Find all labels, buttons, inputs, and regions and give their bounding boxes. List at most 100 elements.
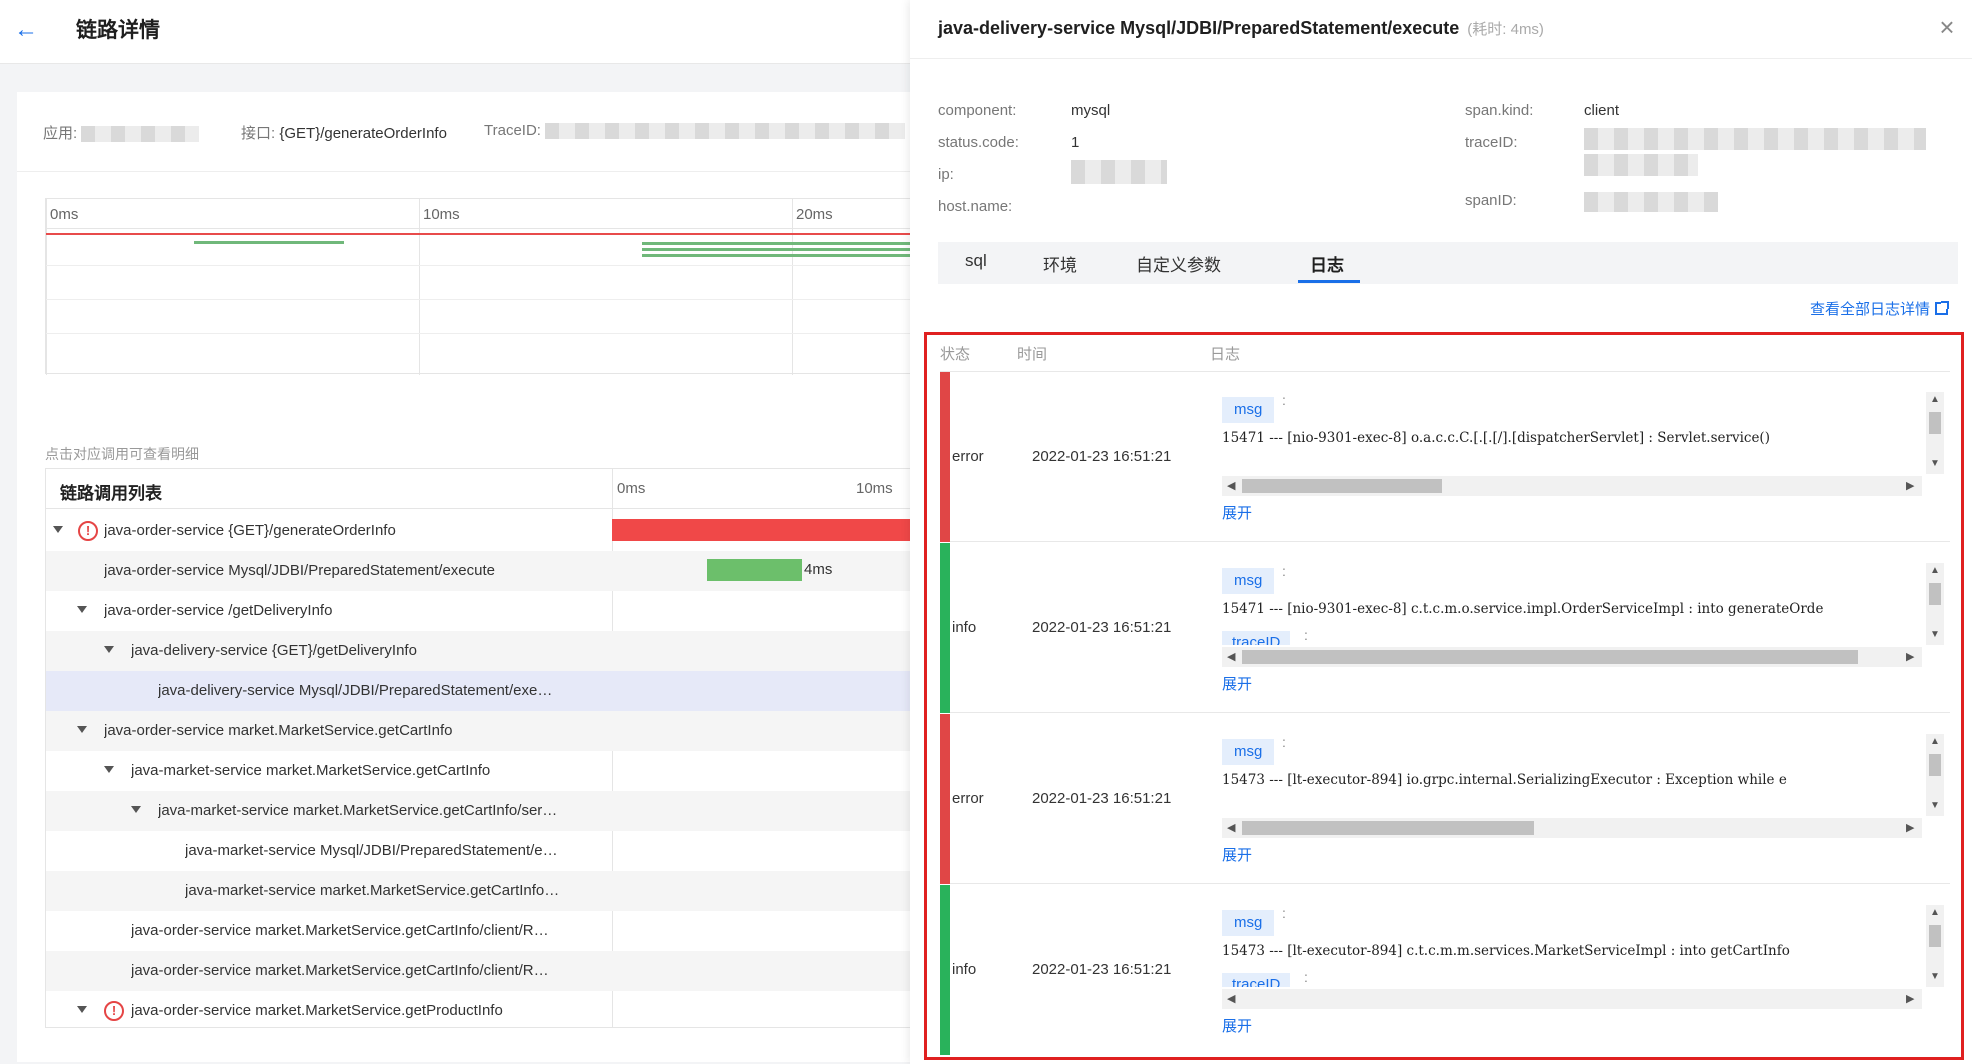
status-stripe-info (940, 543, 950, 713)
back-arrow-icon[interactable]: ← (14, 16, 42, 44)
scrollbar-thumb[interactable] (1929, 583, 1941, 605)
close-icon[interactable]: × (1934, 14, 1960, 40)
log-status: error (952, 448, 984, 465)
caret-down-icon[interactable] (77, 1006, 87, 1013)
log-header-status: 状态 (940, 346, 971, 363)
scroll-up-icon[interactable]: ▲ (1930, 907, 1940, 918)
detail-tabs: sql 环境 自定义参数 日志 (938, 242, 1958, 284)
active-tab-indicator (1298, 280, 1360, 283)
trace-row-bar-area (612, 871, 944, 911)
trace-row[interactable]: java-market-service Mysql/JDBI/PreparedS… (46, 831, 944, 871)
view-all-logs-label: 查看全部日志详情 (1810, 301, 1931, 318)
scroll-right-icon[interactable]: ▶ (1906, 479, 1914, 492)
scroll-up-icon[interactable]: ▲ (1930, 394, 1940, 405)
trace-row-name: java-delivery-service Mysql/JDBI/Prepare… (158, 682, 553, 699)
trace-row[interactable]: ! java-order-service {GET}/generateOrder… (46, 511, 944, 551)
page-title: 链路详情 (76, 19, 160, 42)
traceid-label: TraceID: (484, 122, 541, 139)
drawer-title-text: java-delivery-service Mysql/JDBI/Prepare… (938, 18, 1460, 38)
app-label: 应用: (43, 125, 78, 142)
log-content-box[interactable]: msg : 15473 --- [lt-executor-894] c.t.c.… (1222, 905, 1922, 1017)
log-field-tag: msg (1222, 397, 1275, 423)
trace-call-list: 链路调用列表 0ms 10ms ! java-order-service {GE… (45, 468, 945, 1028)
trace-list-header: 链路调用列表 0ms 10ms (46, 469, 944, 509)
trace-row[interactable]: java-order-service Mysql/JDBI/PreparedSt… (46, 551, 944, 591)
scroll-left-icon[interactable]: ◀ (1227, 479, 1235, 492)
scrollbar-thumb[interactable] (1242, 821, 1534, 835)
log-time: 2022-01-23 16:51:21 (1032, 961, 1172, 978)
trace-row[interactable]: java-market-service market.MarketService… (46, 871, 944, 911)
vertical-scrollbar[interactable]: ▲ ▼ (1926, 563, 1944, 645)
vertical-scrollbar[interactable]: ▲ ▼ (1926, 392, 1944, 474)
scroll-down-icon[interactable]: ▼ (1930, 629, 1940, 640)
vertical-scrollbar[interactable]: ▲ ▼ (1926, 734, 1944, 816)
scrollbar-thumb[interactable] (1242, 650, 1858, 664)
trace-row-name: java-order-service /getDeliveryInfo (104, 602, 333, 619)
view-all-logs-link[interactable]: 查看全部日志详情 (1810, 298, 1950, 319)
scroll-left-icon[interactable]: ◀ (1227, 992, 1235, 1005)
scroll-right-icon[interactable]: ▶ (1906, 821, 1914, 834)
caret-down-icon[interactable] (53, 526, 63, 533)
trace-row[interactable]: java-order-service /getDeliveryInfo (46, 591, 944, 631)
trace-row[interactable]: ! java-order-service market.MarketServic… (46, 991, 944, 1027)
log-content-box[interactable]: msg : 15471 --- [nio-9301-exec-8] o.a.c.… (1222, 392, 1922, 504)
tab-sql[interactable]: sql (965, 251, 987, 271)
trace-row-name: java-market-service market.MarketService… (131, 762, 491, 779)
horizontal-scrollbar[interactable]: ◀ ▶ (1222, 647, 1922, 667)
log-header-time: 时间 (1017, 346, 1048, 363)
log-line: 15473 --- [lt-executor-894] c.t.c.m.m.se… (1222, 943, 1790, 959)
log-content-box[interactable]: msg : 15471 --- [nio-9301-exec-8] c.t.c.… (1222, 563, 1922, 675)
api-label: 接口: (241, 125, 276, 142)
trace-row-name: java-order-service Mysql/JDBI/PreparedSt… (104, 562, 495, 579)
trace-row[interactable]: java-order-service market.MarketService.… (46, 951, 944, 991)
trace-row-bar-area (612, 671, 944, 711)
tab-custom-params[interactable]: 自定义参数 (1136, 251, 1221, 276)
horizontal-scrollbar[interactable]: ◀ ▶ (1222, 818, 1922, 838)
log-line: 15473 --- [lt-executor-894] io.grpc.inte… (1222, 772, 1787, 788)
tab-environment[interactable]: 环境 (1043, 251, 1077, 276)
expand-link[interactable]: 展开 (1222, 1015, 1252, 1036)
scroll-left-icon[interactable]: ◀ (1227, 821, 1235, 834)
scroll-down-icon[interactable]: ▼ (1930, 800, 1940, 811)
scrollbar-thumb[interactable] (1929, 925, 1941, 947)
drawer-title: java-delivery-service Mysql/JDBI/Prepare… (938, 18, 1544, 39)
scroll-down-icon[interactable]: ▼ (1930, 458, 1940, 469)
expand-link[interactable]: 展开 (1222, 502, 1252, 523)
log-content-box[interactable]: msg : 15473 --- [lt-executor-894] io.grp… (1222, 734, 1922, 846)
trace-row-bar-area (612, 631, 944, 671)
trace-row[interactable]: java-market-service market.MarketService… (46, 751, 944, 791)
trace-row[interactable]: java-delivery-service {GET}/getDeliveryI… (46, 631, 944, 671)
horizontal-scrollbar[interactable]: ◀ ▶ (1222, 989, 1922, 1009)
caret-down-icon[interactable] (77, 726, 87, 733)
expand-link[interactable]: 展开 (1222, 844, 1252, 865)
scrollbar-thumb[interactable] (1929, 754, 1941, 776)
caret-down-icon[interactable] (104, 646, 114, 653)
caret-down-icon[interactable] (104, 766, 114, 773)
log-time: 2022-01-23 16:51:21 (1032, 790, 1172, 807)
scroll-right-icon[interactable]: ▶ (1906, 650, 1914, 663)
ip-value-redacted (1071, 160, 1167, 184)
span-kind-label: span.kind: (1465, 102, 1534, 119)
caret-down-icon[interactable] (77, 606, 87, 613)
scroll-right-icon[interactable]: ▶ (1906, 992, 1914, 1005)
vertical-scrollbar[interactable]: ▲ ▼ (1926, 905, 1944, 987)
scrollbar-thumb[interactable] (1242, 479, 1442, 493)
traceid-value-redacted-2 (1584, 154, 1698, 176)
scroll-up-icon[interactable]: ▲ (1930, 736, 1940, 747)
trace-row-name: java-order-service market.MarketService.… (131, 922, 549, 939)
horizontal-scrollbar[interactable]: ◀ ▶ (1222, 476, 1922, 496)
timeline-span (194, 241, 344, 244)
trace-row[interactable]: java-order-service market.MarketService.… (46, 711, 944, 751)
trace-row-selected[interactable]: java-delivery-service Mysql/JDBI/Prepare… (46, 671, 944, 711)
trace-row-name: java-order-service market.MarketService.… (104, 722, 453, 739)
scrollbar-thumb[interactable] (1929, 412, 1941, 434)
scroll-left-icon[interactable]: ◀ (1227, 650, 1235, 663)
trace-row[interactable]: java-market-service market.MarketService… (46, 791, 944, 831)
expand-link[interactable]: 展开 (1222, 673, 1252, 694)
caret-down-icon[interactable] (131, 806, 141, 813)
timeline-span (642, 242, 946, 245)
trace-row[interactable]: java-order-service market.MarketService.… (46, 911, 944, 951)
tab-logs[interactable]: 日志 (1310, 251, 1344, 276)
scroll-up-icon[interactable]: ▲ (1930, 565, 1940, 576)
scroll-down-icon[interactable]: ▼ (1930, 971, 1940, 982)
